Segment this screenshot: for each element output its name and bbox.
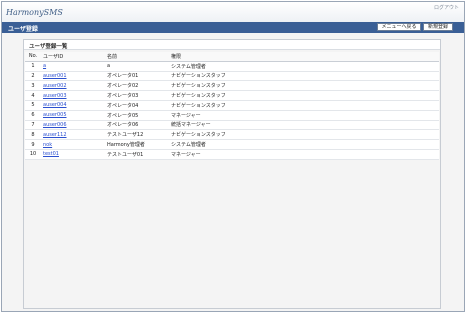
table-row: 5 auser004 オペレータ04 ナビゲーションスタッフ [25,100,439,111]
user-role-cell: ナビゲーションスタッフ [169,129,439,141]
user-role-cell: システム管理者 [169,61,439,72]
user-name-cell: オペレータ05 [105,110,169,121]
user-role-cell: 統括マネージャー [169,120,439,131]
user-id-link[interactable]: auser005 [43,112,67,118]
row-number: 1 [25,61,41,72]
column-header-role: 権限 [169,52,439,62]
user-id-cell: auser005 [41,110,105,121]
user-id-cell: a [41,61,105,72]
user-role-cell: ナビゲーションスタッフ [169,80,439,92]
user-id-cell: auser006 [41,120,105,131]
user-role-cell: システム管理者 [169,139,439,150]
table-row: 7 auser006 オペレータ06 統括マネージャー [25,120,439,131]
column-header-no: No. [25,52,41,62]
user-name-cell: テストユーザ12 [105,129,169,141]
panel-header: ユーザ登録一覧 [24,40,440,50]
user-name-cell: オペレータ02 [105,80,169,92]
column-header-name: 名前 [105,52,169,62]
user-id-link[interactable]: nok [43,142,52,148]
table-row: 8 auser112 テストユーザ12 ナビゲーションスタッフ [25,129,439,141]
row-number: 4 [25,90,41,101]
row-number: 10 [25,149,41,160]
row-number: 8 [25,129,41,141]
user-id-cell: nok [41,139,105,150]
user-id-cell: auser112 [41,129,105,141]
user-id-cell: test01 [41,149,105,160]
table-row: 2 auser001 オペレータ01 ナビゲーションスタッフ [25,71,439,82]
table-row: 6 auser005 オペレータ05 マネージャー [25,110,439,121]
table-row: 9 nok Harmony管理者 システム管理者 [25,139,439,150]
user-id-cell: auser001 [41,71,105,82]
row-number: 7 [25,120,41,131]
user-id-link[interactable]: auser001 [43,73,67,79]
app-logo: HarmonySMS [6,8,63,17]
user-role-cell: ナビゲーションスタッフ [169,100,439,111]
user-id-link[interactable]: auser006 [43,122,67,128]
user-id-link[interactable]: auser002 [43,83,67,89]
user-name-cell: オペレータ01 [105,71,169,82]
row-number: 9 [25,139,41,150]
user-name-cell: テストユーザ01 [105,149,169,160]
user-name-cell: Harmony管理者 [105,139,169,150]
table-header-row: No. ユーザID 名前 権限 [25,52,439,62]
user-id-cell: auser003 [41,90,105,101]
table-row: 3 auser002 オペレータ02 ナビゲーションスタッフ [25,80,439,92]
table-body: 1 a a システム管理者 2 auser001 オペレータ01 ナビゲーションスタッフ 3 au… [25,61,439,160]
user-name-cell: オペレータ06 [105,120,169,131]
table-row: 10 test01 テストユーザ01 マネージャー [25,149,439,160]
content-area: ユーザ登録一覧 No. ユーザID 名前 権限 1 a a システム管理者 2 … [2,33,464,311]
row-number: 5 [25,100,41,111]
row-number: 2 [25,71,41,82]
user-name-cell: a [105,61,169,72]
panel-title: ユーザ登録一覧 [29,44,68,50]
user-table: No. ユーザID 名前 権限 1 a a システム管理者 2 auser001 オペレータ… [25,52,439,160]
table-row: 1 a a システム管理者 [25,61,439,72]
logout-link[interactable]: ログアウト [434,4,459,11]
user-role-cell: ナビゲーションスタッフ [169,71,439,82]
user-table-wrapper: No. ユーザID 名前 権限 1 a a システム管理者 2 auser001 オペレータ… [25,52,439,160]
top-bar: HarmonySMS ログアウト [2,2,464,22]
user-list-panel: ユーザ登録一覧 No. ユーザID 名前 権限 1 a a システム管理者 2 … [23,39,441,309]
user-name-cell: オペレータ03 [105,90,169,101]
user-role-cell: マネージャー [169,149,439,160]
user-id-link[interactable]: auser004 [43,102,67,108]
user-id-link[interactable]: a [43,63,46,69]
user-name-cell: オペレータ04 [105,100,169,111]
user-id-link[interactable]: auser112 [43,132,67,138]
page-title: ユーザ登録 [8,26,38,33]
user-role-cell: ナビゲーションスタッフ [169,90,439,101]
row-number: 3 [25,80,41,92]
user-id-link[interactable]: auser003 [43,93,67,99]
app-window: HarmonySMS ログアウト ユーザ登録 メニューへ戻る 新規登録 ユーザ登… [1,1,465,312]
new-registration-button[interactable]: 新規登録 [423,23,453,31]
user-role-cell: マネージャー [169,110,439,121]
page-title-bar: ユーザ登録 メニューへ戻る 新規登録 [2,22,464,33]
row-number: 6 [25,110,41,121]
user-id-cell: auser002 [41,80,105,92]
user-id-link[interactable]: test01 [43,151,59,157]
user-id-cell: auser004 [41,100,105,111]
table-row: 4 auser003 オペレータ03 ナビゲーションスタッフ [25,90,439,101]
back-to-menu-button[interactable]: メニューへ戻る [377,23,421,31]
column-header-userid: ユーザID [41,52,105,62]
